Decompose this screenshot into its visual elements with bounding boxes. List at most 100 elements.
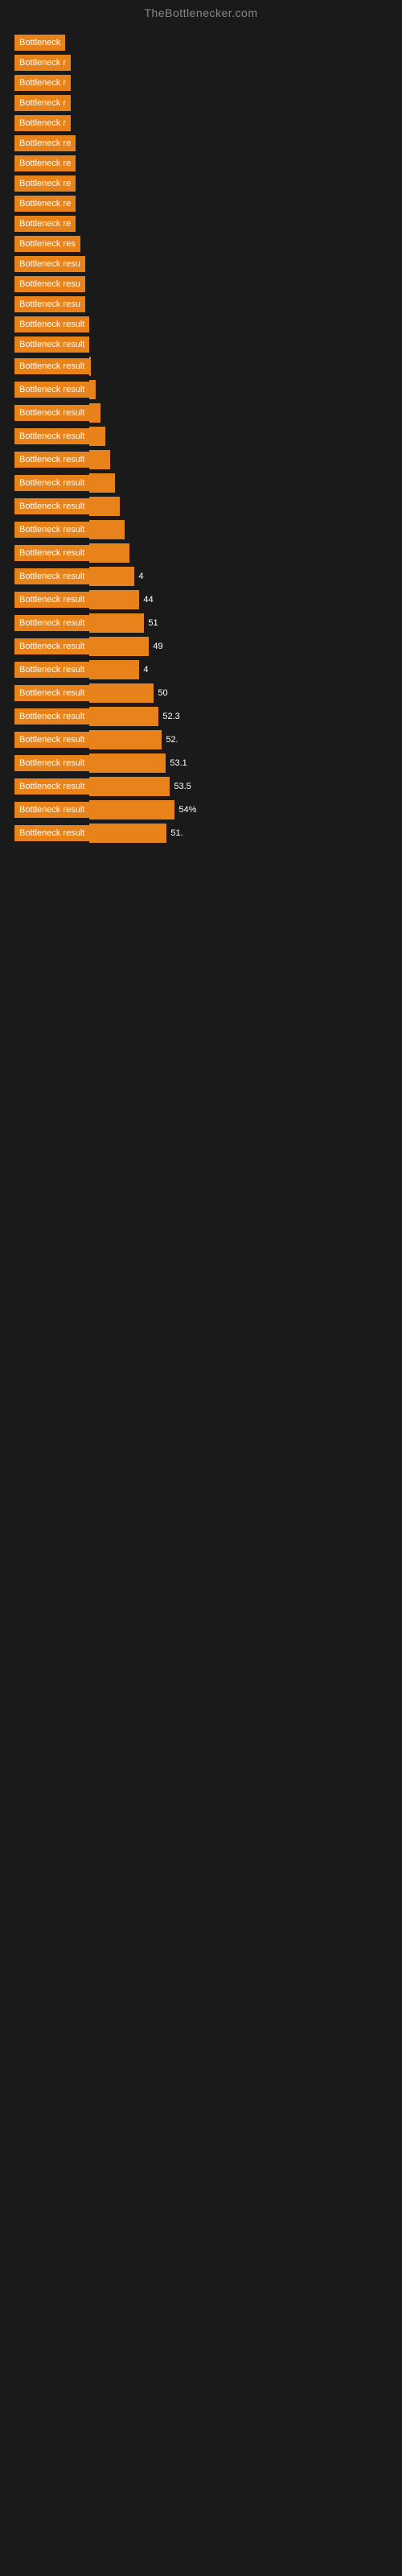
bar-label: Bottleneck r bbox=[14, 115, 71, 131]
chart-row: Bottleneck bbox=[14, 35, 388, 51]
site-title: TheBottlenecker.com bbox=[0, 0, 402, 23]
bar-fill bbox=[89, 730, 162, 749]
bar-value: 52. bbox=[162, 735, 182, 745]
bar-fill bbox=[89, 590, 139, 609]
bar-fill bbox=[89, 637, 149, 656]
bar-value: 4 bbox=[139, 665, 152, 675]
bar-label: Bottleneck result bbox=[14, 638, 89, 654]
chart-row: Bottleneck result bbox=[14, 316, 388, 332]
bar-fill bbox=[89, 520, 125, 539]
chart-row: Bottleneck result bbox=[14, 427, 388, 446]
bar-fill bbox=[89, 473, 115, 493]
chart-row: Bottleneck result bbox=[14, 450, 388, 469]
bar-label: Bottleneck result bbox=[14, 778, 89, 795]
chart-row: Bottleneck result 44 bbox=[14, 590, 388, 609]
bar-label: Bottleneck result bbox=[14, 708, 89, 724]
bar-label: Bottleneck result bbox=[14, 592, 89, 608]
bar-label: Bottleneck bbox=[14, 35, 65, 51]
bar-value: 54% bbox=[174, 805, 200, 815]
bar-fill bbox=[89, 660, 139, 679]
bar-value: 4 bbox=[134, 572, 147, 581]
chart-row: Bottleneck result bbox=[14, 497, 388, 516]
bar-fill bbox=[89, 380, 96, 399]
chart-row: Bottleneck result 49 bbox=[14, 637, 388, 656]
chart-row: Bottleneck result53.1 bbox=[14, 753, 388, 773]
chart-row: Bottleneck resu bbox=[14, 296, 388, 312]
chart-row: Bottleneck resu bbox=[14, 256, 388, 272]
chart-row: Bottleneck result bbox=[14, 520, 388, 539]
chart-row: Bottleneck r bbox=[14, 115, 388, 131]
bar-value: 52.3 bbox=[158, 712, 183, 721]
bar-fill bbox=[89, 683, 154, 703]
bar-label: Bottleneck result bbox=[14, 336, 89, 353]
chart-row: Bottleneck r bbox=[14, 75, 388, 91]
bar-label: Bottleneck re bbox=[14, 216, 76, 232]
bar-label: Bottleneck r bbox=[14, 55, 71, 71]
chart-row: Bottleneck result54% bbox=[14, 800, 388, 819]
bar-fill bbox=[89, 357, 91, 376]
bar-label: Bottleneck result bbox=[14, 732, 89, 748]
chart-row: Bottleneck result bbox=[14, 543, 388, 563]
bar-label: Bottleneck result bbox=[14, 685, 89, 701]
bar-label: Bottleneck result bbox=[14, 316, 89, 332]
bar-label: Bottleneck result bbox=[14, 615, 89, 631]
bar-value: 51. bbox=[166, 828, 187, 838]
chart-row: Bottleneck result bbox=[14, 357, 388, 376]
chart-row: Bottleneck result 4 bbox=[14, 660, 388, 679]
bar-label: Bottleneck res bbox=[14, 236, 80, 252]
bar-label: Bottleneck result bbox=[14, 825, 89, 841]
bar-label: Bottleneck resu bbox=[14, 296, 85, 312]
bar-fill bbox=[89, 800, 174, 819]
chart-row: Bottleneck result 52. bbox=[14, 730, 388, 749]
chart-row: Bottleneck r bbox=[14, 55, 388, 71]
bar-label: Bottleneck re bbox=[14, 196, 76, 212]
chart-row: Bottleneck result 51. bbox=[14, 824, 388, 843]
chart-row: Bottleneck result 52.3 bbox=[14, 707, 388, 726]
chart-row: Bottleneck result bbox=[14, 403, 388, 423]
bar-fill bbox=[89, 427, 105, 446]
bar-fill bbox=[89, 777, 170, 796]
bar-label: Bottleneck result bbox=[14, 522, 89, 538]
bar-value: 50 bbox=[154, 688, 171, 698]
chart-row: Bottleneck result 53.5 bbox=[14, 777, 388, 796]
chart-row: Bottleneck re bbox=[14, 196, 388, 212]
bar-label: Bottleneck re bbox=[14, 175, 76, 192]
bar-label: Bottleneck result bbox=[14, 662, 89, 678]
bar-value: 44 bbox=[139, 595, 157, 605]
chart-row: Bottleneck result4 bbox=[14, 567, 388, 586]
bar-value: 53.1 bbox=[166, 758, 191, 768]
bar-value: 53.5 bbox=[170, 782, 195, 791]
bar-label: Bottleneck re bbox=[14, 155, 76, 171]
bar-fill bbox=[89, 450, 110, 469]
bar-value: 49 bbox=[149, 642, 166, 651]
bar-label: Bottleneck resu bbox=[14, 276, 85, 292]
chart-row: Bottleneck r bbox=[14, 95, 388, 111]
bar-label: Bottleneck result bbox=[14, 428, 89, 444]
bar-label: Bottleneck result bbox=[14, 405, 89, 421]
chart-row: Bottleneck re bbox=[14, 135, 388, 151]
chart-row: Bottleneck result51 bbox=[14, 613, 388, 633]
chart-row: Bottleneck result bbox=[14, 380, 388, 399]
bar-label: Bottleneck result bbox=[14, 475, 89, 491]
bar-label: Bottleneck resu bbox=[14, 256, 85, 272]
chart-row: Bottleneck resu bbox=[14, 276, 388, 292]
bar-label: Bottleneck re bbox=[14, 135, 76, 151]
bar-label: Bottleneck result bbox=[14, 382, 89, 398]
bar-fill bbox=[89, 613, 144, 633]
chart-row: Bottleneck result bbox=[14, 473, 388, 493]
chart-row: Bottleneck re bbox=[14, 175, 388, 192]
chart-row: Bottleneck result bbox=[14, 336, 388, 353]
bar-label: Bottleneck result bbox=[14, 358, 89, 374]
bar-fill bbox=[89, 707, 158, 726]
bar-fill bbox=[89, 543, 129, 563]
bar-label: Bottleneck result bbox=[14, 452, 89, 468]
bar-fill bbox=[89, 497, 120, 516]
bar-label: Bottleneck result bbox=[14, 545, 89, 561]
bar-fill bbox=[89, 824, 166, 843]
bar-fill bbox=[89, 567, 134, 586]
chart-container: Bottleneck Bottleneck r Bottleneck r Bottle… bbox=[0, 23, 402, 855]
bar-label: Bottleneck r bbox=[14, 95, 71, 111]
chart-row: Bottleneck re bbox=[14, 155, 388, 171]
bar-label: Bottleneck r bbox=[14, 75, 71, 91]
bar-fill bbox=[89, 403, 100, 423]
